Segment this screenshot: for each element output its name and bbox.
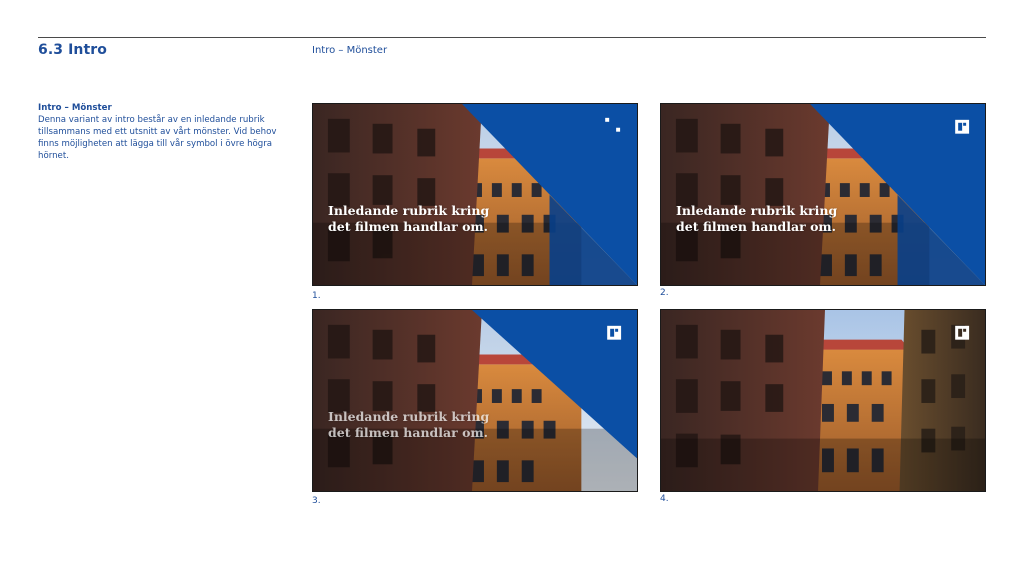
intro-headline: Inledande rubrik kring det filmen handla… [676, 203, 838, 234]
description-title: Intro – Mönster [38, 103, 112, 113]
intro-headline: Inledande rubrik kring det filmen handla… [328, 409, 490, 440]
example-frame-3: Inledande rubrik kring det filmen handla… [312, 309, 638, 492]
courtyard-photo [313, 104, 637, 285]
example-frame-2: Inledande rubrik kring det filmen handla… [660, 103, 986, 286]
example-frame-1: Inledande rubrik kring det filmen handla… [312, 103, 638, 286]
courtyard-photo [313, 310, 637, 491]
logo-symbol-icon [607, 325, 622, 340]
courtyard-photo [661, 104, 985, 285]
example-caption-4: 4. [660, 494, 669, 504]
example-caption-1: 1. [312, 291, 321, 301]
header-rule [38, 37, 986, 38]
logo-symbol-icon [955, 119, 970, 134]
example-caption-2: 2. [660, 288, 669, 298]
courtyard-photo [661, 310, 985, 491]
description-body: Denna variant av intro består av en inle… [38, 115, 277, 161]
example-caption-3: 3. [312, 496, 321, 506]
description: Intro – Mönster Denna variant av intro b… [38, 102, 278, 162]
logo-symbol-icon [955, 325, 970, 340]
intro-headline: Inledande rubrik kring det filmen handla… [328, 203, 490, 234]
header-subtitle: Intro – Mönster [312, 45, 388, 56]
section-title: 6.3 Intro [38, 42, 107, 58]
example-frame-4 [660, 309, 986, 492]
